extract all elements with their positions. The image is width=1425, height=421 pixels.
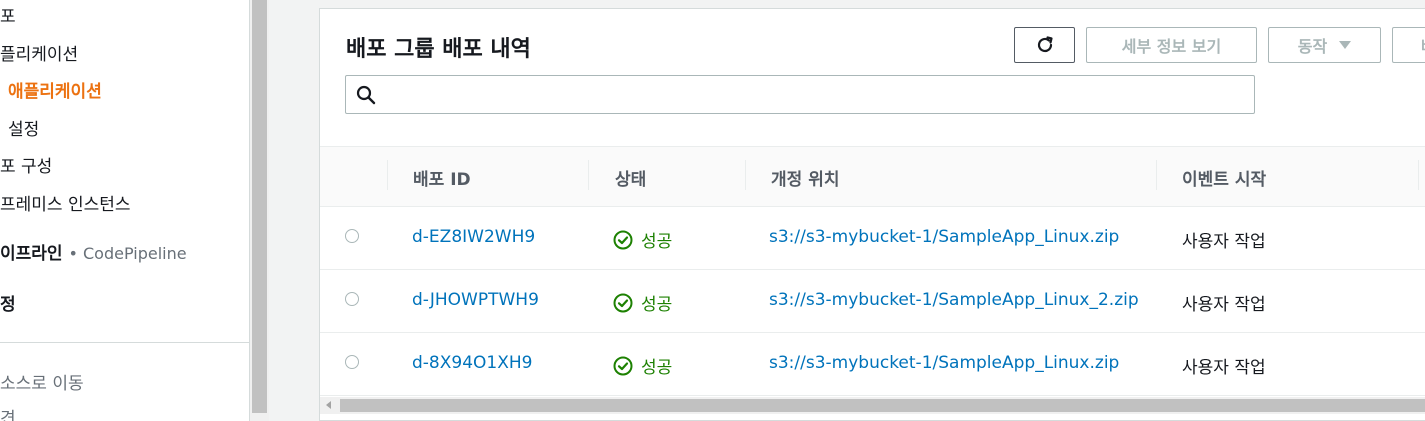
table-header: 배포 ID 상태 개정 위치 이벤트 시작 [320, 147, 1425, 207]
refresh-icon [1037, 36, 1053, 53]
caret-down-icon [1339, 41, 1352, 49]
sidebar-divider [0, 342, 249, 343]
table-horizontal-scrollbar[interactable] [320, 397, 1425, 414]
status-text: 성공 [641, 232, 673, 252]
sidebar-item-settings-section[interactable]: 정 [0, 290, 16, 315]
view-details-label: 세부 정보 보기 [1121, 37, 1222, 56]
overflow-button[interactable]: 배 [1392, 27, 1425, 63]
header-initiating-event[interactable]: 이벤트 시작 [1182, 165, 1266, 190]
status-text: 성공 [641, 295, 673, 315]
actions-dropdown[interactable]: 동작 [1268, 27, 1381, 63]
sidebar-item-pipeline-sub: • CodePipeline [68, 244, 187, 263]
scroll-left-arrow-icon[interactable] [326, 401, 331, 409]
success-check-icon [613, 230, 633, 249]
column-separator [1418, 160, 1419, 190]
search-input[interactable] [345, 75, 1255, 114]
header-deployment-id[interactable]: 배포 ID [413, 165, 471, 190]
column-separator [387, 160, 388, 190]
sidebar-item-pipeline-label: 이프라인 [0, 244, 63, 264]
sidebar-item-deployment-configs[interactable]: 포 구성 [0, 152, 52, 177]
status-text: 성공 [641, 358, 673, 378]
initiating-event: 사용자 작업 [1182, 232, 1266, 252]
row-select-radio[interactable] [345, 229, 359, 243]
sidebar-item-deploy[interactable]: 포 [0, 2, 16, 27]
deployment-id-link[interactable]: d-JHOWPTWH9 [412, 290, 539, 310]
row-select-radio[interactable] [345, 292, 359, 306]
header-revision-location[interactable]: 개정 위치 [771, 165, 839, 190]
sidebar-item-pipeline[interactable]: 이프라인 • CodePipeline [0, 239, 187, 264]
status-cell: 성공 [613, 353, 672, 378]
sidebar-item-feedback[interactable]: 견 [0, 404, 16, 421]
sidebar: 포 플리케이션 애플리케이션 설정 포 구성 프레미스 인스턴스 이프라인 • … [0, 0, 249, 421]
page-title: 배포 그룹 배포 내역 [346, 37, 531, 62]
table-row[interactable]: d-JHOWPTWH9 성공 s3://s3-mybucket-1/Sample… [320, 270, 1425, 333]
view-details-button[interactable]: 세부 정보 보기 [1086, 27, 1257, 63]
sidebar-item-go-to-resources[interactable]: 소스로 이동 [0, 369, 84, 394]
column-separator [1156, 160, 1157, 190]
success-check-icon [613, 293, 633, 312]
deployment-id-link[interactable]: d-8X94O1XH9 [412, 353, 532, 373]
horizontal-scroll-thumb[interactable] [340, 399, 1425, 412]
sidebar-item-application-active[interactable]: 애플리케이션 [8, 77, 102, 102]
header-status[interactable]: 상태 [615, 165, 646, 190]
sidebar-item-applications[interactable]: 플리케이션 [0, 40, 78, 65]
status-cell: 성공 [613, 290, 672, 315]
sidebar-scrollbar[interactable] [250, 0, 269, 421]
table-row[interactable]: d-EZ8IW2WH9 성공 s3://s3-mybucket-1/Sample… [320, 207, 1425, 270]
actions-label: 동작 [1297, 37, 1328, 56]
row-select-radio[interactable] [345, 355, 359, 369]
sidebar-item-on-premises-instances[interactable]: 프레미스 인스턴스 [0, 190, 131, 215]
initiating-event: 사용자 작업 [1182, 358, 1266, 378]
revision-location-link[interactable]: s3://s3-mybucket-1/SampleApp_Linux.zip [769, 353, 1119, 373]
overflow-label: 배 [1421, 33, 1425, 57]
column-separator [588, 160, 589, 190]
deployment-history-panel: 배포 그룹 배포 내역 세부 정보 보기 동작 배 배포 ID 상태 개정 위치… [319, 8, 1425, 421]
revision-location-link[interactable]: s3://s3-mybucket-1/SampleApp_Linux_2.zip [769, 290, 1139, 310]
initiating-event: 사용자 작업 [1182, 295, 1266, 315]
search-icon [356, 85, 376, 105]
sidebar-item-settings[interactable]: 설정 [8, 115, 39, 140]
revision-location-link[interactable]: s3://s3-mybucket-1/SampleApp_Linux.zip [769, 227, 1119, 247]
column-separator [745, 160, 746, 190]
refresh-button[interactable] [1014, 27, 1075, 63]
status-cell: 성공 [613, 227, 672, 252]
table-row[interactable]: d-8X94O1XH9 성공 s3://s3-mybucket-1/Sample… [320, 333, 1425, 396]
sidebar-scroll-thumb[interactable] [252, 0, 267, 413]
deployment-id-link[interactable]: d-EZ8IW2WH9 [412, 227, 535, 247]
success-check-icon [613, 356, 633, 375]
